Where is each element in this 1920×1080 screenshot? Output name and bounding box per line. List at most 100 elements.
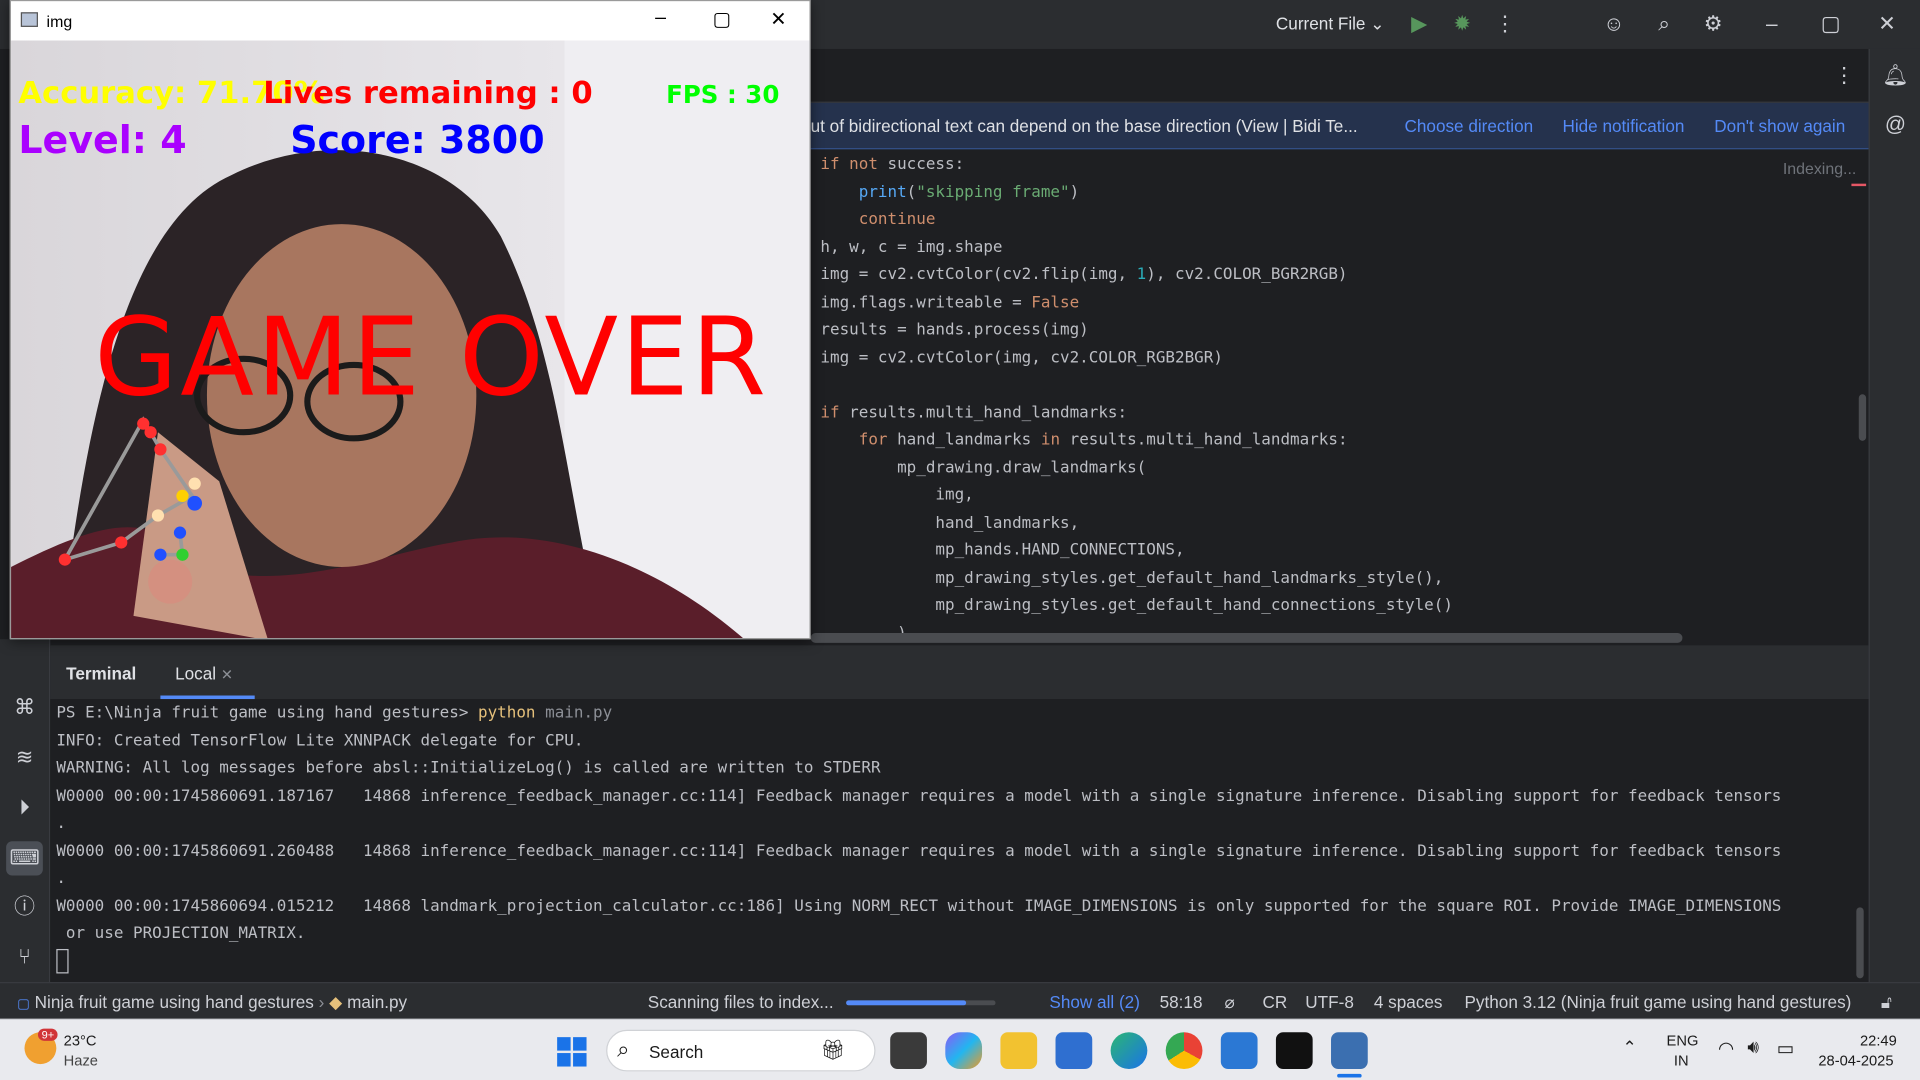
input-language[interactable]: ENG — [1667, 1032, 1699, 1049]
maximize-icon[interactable]: ▢ — [1817, 11, 1844, 38]
ai-assistant-icon[interactable]: @ — [1881, 110, 1910, 139]
debug-icon[interactable]: ✹ — [1449, 11, 1476, 38]
terminal-icon[interactable]: ⌨ — [6, 841, 43, 876]
code-line: img.flags.writeable = False — [820, 293, 1080, 312]
code-line: hand_landmarks, — [820, 513, 1080, 533]
window-title: img — [46, 12, 73, 31]
indent-setting[interactable]: 4 spaces — [1374, 992, 1443, 1012]
minimize-icon[interactable]: – — [1758, 11, 1785, 38]
prompt: PS E:\Ninja fruit game using hand gestur… — [56, 704, 469, 723]
show-all-link[interactable]: Show all (2) — [1049, 992, 1140, 1012]
clock-time[interactable]: 22:49 — [1860, 1032, 1897, 1049]
game-over-text: GAME OVER — [94, 293, 769, 421]
close-icon[interactable]: ✕ — [770, 7, 786, 31]
hud-level: Level: 4 — [18, 118, 187, 163]
project-name: Ninja fruit game using hand gestures — [34, 991, 314, 1012]
terminal-line: W0000 00:00:1745860691.187167 14868 infe… — [56, 786, 1782, 806]
terminal-title: Terminal — [66, 663, 137, 684]
scan-progress-bar — [846, 1000, 996, 1006]
chevron-down-icon: ⌄ — [1370, 13, 1385, 34]
encoding[interactable]: UTF-8 — [1305, 992, 1354, 1012]
problems-icon[interactable]: ⓘ — [10, 893, 39, 922]
search-icon[interactable]: ⌕ — [1651, 11, 1678, 38]
status-bar: ▢ Ninja fruit game using hand gestures ›… — [0, 982, 1920, 1019]
run-config-label: Current File — [1275, 13, 1366, 34]
python-window-icon[interactable] — [1331, 1032, 1368, 1069]
code-line: img, — [820, 486, 974, 505]
breadcrumb[interactable]: ▢ Ninja fruit game using hand gestures ›… — [17, 992, 407, 1013]
notifications-bell-icon[interactable]: 🔔︎ — [1881, 61, 1910, 90]
terminal-output[interactable]: PS E:\Ninja fruit game using hand gestur… — [50, 699, 1869, 983]
editor-hscrollbar[interactable] — [810, 633, 1683, 643]
code-editor[interactable]: Indexing... if not success: print("skipp… — [810, 149, 1869, 646]
dont-show-again-link[interactable]: Don't show again — [1714, 116, 1845, 136]
more-actions-icon[interactable]: ⋮ — [1491, 11, 1518, 38]
copilot-icon[interactable] — [945, 1032, 983, 1069]
opencv-titlebar[interactable]: img – ▢ ✕ — [11, 1, 810, 41]
terminal-scrollbar[interactable] — [1856, 907, 1864, 979]
terminal-tab-bar: Terminal Local ✕ — [50, 645, 1869, 700]
git-icon[interactable]: ⑂ — [10, 943, 39, 972]
weather-temp[interactable]: 23°C — [64, 1032, 97, 1049]
remote-desktop-icon[interactable] — [1220, 1032, 1258, 1069]
input-region[interactable]: IN — [1674, 1052, 1689, 1069]
code-line: mp_hands.HAND_CONNECTIONS, — [820, 541, 1185, 560]
hide-notification-link[interactable]: Hide notification — [1562, 116, 1684, 136]
close-tab-icon[interactable]: ✕ — [221, 666, 233, 683]
edge-icon[interactable] — [1110, 1032, 1148, 1069]
weather-desc[interactable]: Haze — [64, 1052, 98, 1069]
taskbar-search[interactable]: ⌕ Search 🎁︎ — [606, 1029, 876, 1072]
close-icon[interactable]: ✕ — [1873, 11, 1900, 38]
terminal-line: INFO: Created TensorFlow Lite XNNPACK de… — [56, 731, 584, 751]
chrome-icon[interactable] — [1165, 1032, 1203, 1069]
code-line: for hand_landmarks in results.multi_hand… — [858, 431, 1348, 450]
hud-lives: Lives remaining : 0 — [263, 74, 593, 111]
choose-direction-link[interactable]: Choose direction — [1404, 116, 1533, 136]
battery-icon[interactable]: ▭ — [1777, 1037, 1794, 1059]
editor-tab-bar: ⋮ — [810, 48, 1869, 103]
code-line: if results.multi_hand_landmarks: — [820, 403, 1128, 422]
maximize-icon[interactable]: ▢ — [713, 7, 732, 31]
wifi-icon[interactable]: ◠ — [1718, 1037, 1734, 1059]
windows-start-icon[interactable] — [557, 1037, 587, 1067]
indexing-label: Indexing... — [1782, 159, 1857, 178]
minimize-icon[interactable]: – — [655, 7, 666, 29]
command-argument: main.py — [545, 704, 613, 723]
weather-badge: 9+ — [37, 1028, 58, 1041]
caret-position[interactable]: 58:18 — [1160, 992, 1203, 1012]
terminal-line: WARNING: All log messages before absl::I… — [56, 759, 881, 778]
python-interpreter[interactable]: Python 3.12 (Ninja fruit game using hand… — [1464, 992, 1851, 1012]
right-tool-strip: 🔔︎ @ — [1868, 48, 1920, 983]
scan-progress-fill — [846, 1000, 966, 1006]
webcam-frame: Accuracy: 71.70% Lives remaining : 0 FPS… — [11, 40, 810, 638]
chevron-right-icon: › — [318, 991, 325, 1012]
python-packages-icon[interactable]: ≋ — [10, 743, 39, 772]
add-user-icon[interactable]: ☺ — [1600, 11, 1627, 38]
bidi-notification: ut of bidirectional text can depend on t… — [810, 102, 1869, 150]
run-icon[interactable]: ▶ — [1406, 11, 1433, 38]
services-icon[interactable]: ⏵ — [10, 793, 39, 822]
code-line: mp_drawing.draw_landmarks( — [820, 458, 1147, 477]
line-separator[interactable]: CR — [1262, 992, 1287, 1012]
search-icon: ⌕ — [617, 1037, 630, 1062]
editor-vscrollbar[interactable] — [1858, 394, 1867, 441]
lock-icon[interactable]: 🔓︎ — [1881, 992, 1892, 1013]
code-line: mp_drawing_styles.get_default_hand_landm… — [820, 568, 1444, 588]
no-wrap-icon[interactable]: ⌀ — [1224, 992, 1234, 1013]
run-config-selector[interactable]: Current File ⌄ — [1276, 13, 1385, 34]
tab-local[interactable]: Local ✕ — [175, 664, 233, 684]
windows-taskbar: 9+ 23°C Haze ⌕ Search 🎁︎ ⌃ ENG IN ◠ 🔊︎ ▭… — [0, 1018, 1920, 1080]
microsoft-store-icon[interactable] — [1055, 1032, 1093, 1069]
pycharm-icon[interactable] — [1275, 1032, 1313, 1069]
opencv-window[interactable]: img – ▢ ✕ Accuracy: 71.70% Lives remaini… — [9, 0, 811, 640]
terminal-line: . — [56, 869, 66, 888]
settings-gear-icon[interactable]: ⚙ — [1700, 11, 1727, 38]
code-line: h, w, c = img.shape — [820, 238, 1003, 257]
clock-date[interactable]: 28-04-2025 — [1818, 1052, 1893, 1069]
task-view-icon[interactable] — [890, 1032, 927, 1069]
editor-options-icon[interactable]: ⋮ — [1829, 61, 1858, 90]
file-explorer-icon[interactable] — [1000, 1032, 1038, 1069]
chevron-up-icon[interactable]: ⌃ — [1622, 1037, 1636, 1058]
volume-icon[interactable]: 🔊︎ — [1747, 1037, 1759, 1058]
python-console-icon[interactable]: ⌘ — [10, 693, 39, 722]
